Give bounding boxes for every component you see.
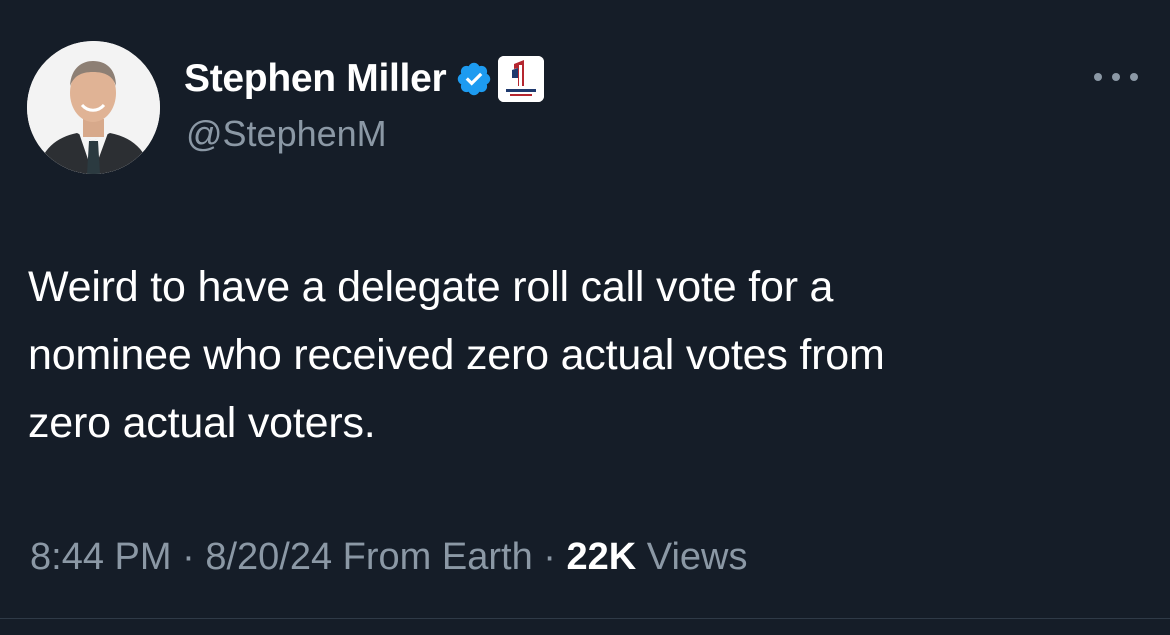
affiliation-badge-icon[interactable]	[498, 56, 545, 102]
tweet-meta: 8:44 PM · 8/20/24 From Earth · 22K Views	[30, 536, 747, 579]
author-display-name[interactable]: Stephen Miller	[184, 57, 447, 101]
avatar[interactable]	[27, 41, 160, 174]
verified-badge-icon[interactable]	[455, 60, 493, 98]
profile-photo-icon	[27, 41, 160, 174]
more-options-button[interactable]	[1094, 66, 1138, 88]
tweet-source: From Earth	[342, 536, 533, 578]
more-dot-icon	[1094, 73, 1102, 81]
divider	[0, 618, 1170, 619]
views-label: Views	[646, 536, 748, 578]
author-name-row: Stephen Miller	[184, 56, 545, 102]
meta-separator: ·	[532, 536, 567, 578]
more-dot-icon	[1112, 73, 1120, 81]
tweet-card: Stephen Miller @StephenM Weird to have a…	[0, 0, 1170, 635]
meta-separator: ·	[171, 536, 206, 578]
views-count[interactable]: 22K	[567, 536, 637, 578]
more-dot-icon	[1130, 73, 1138, 81]
author-handle[interactable]: @StephenM	[186, 113, 387, 155]
tweet-date[interactable]: 8/20/24	[205, 536, 332, 578]
tweet-time[interactable]: 8:44 PM	[30, 536, 172, 578]
tweet-text: Weird to have a delegate roll call vote …	[28, 263, 885, 447]
